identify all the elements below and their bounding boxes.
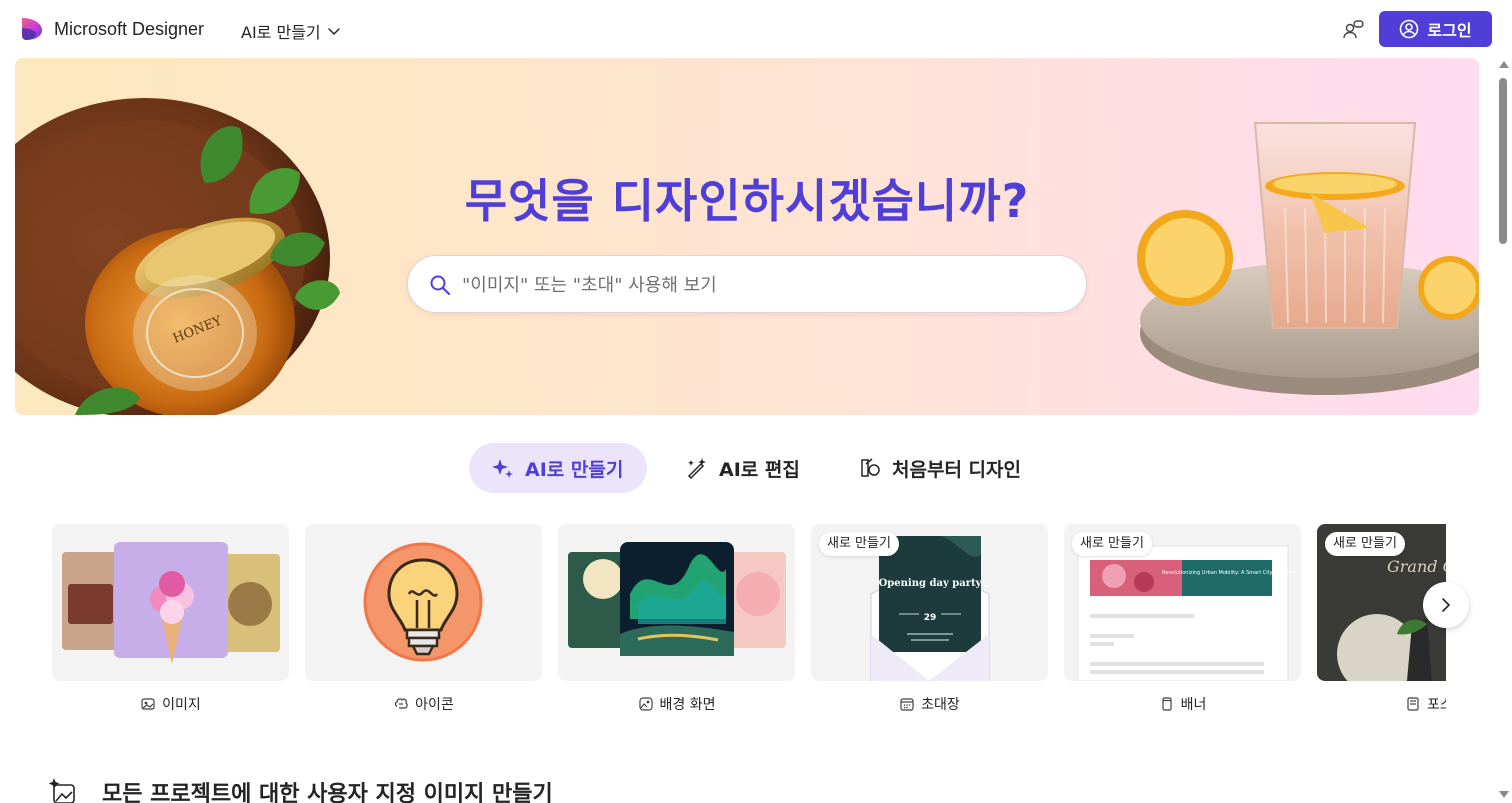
login-label: 로그인 [1427,21,1472,40]
section-title: 모든 프로젝트에 대한 사용자 지정 이미지 만들기 [102,782,553,803]
new-badge: 새로 만들기 [1325,532,1405,556]
tab-label: AI로 편집 [719,458,800,481]
invitation-title: Opening day party [879,578,983,589]
sparkle-icon [492,459,513,478]
mode-menu-label: AI로 만들기 [241,23,321,42]
card-wallpaper[interactable]: 배경 화면 [558,524,795,724]
wallpaper-icon [638,697,653,711]
image-icon [141,698,155,710]
brush-icon [861,458,880,477]
honey-jar-illustration: HONEY [15,98,340,415]
chevron-right-icon [1442,598,1451,612]
icon-shape-icon [395,698,408,709]
aurora-wallpaper-illustration [568,542,786,656]
hero-banner: HONEY 무엇을 디자인하시겠습니까? "이미지" 또는 "초대" 사용해 보… [15,58,1479,415]
brand-name[interactable]: Microsoft Designer [54,19,204,40]
image-collage-illustration [62,542,280,664]
scroll-up-arrow-icon[interactable] [1499,61,1509,68]
top-bar: Microsoft Designer AI로 만들기 로그인 [0,0,1512,58]
carousel-next-button[interactable] [1423,582,1469,628]
designer-logo-icon[interactable] [20,16,44,42]
card-label-row: 이미지 [52,694,289,714]
hero-title: 무엇을 디자인하시겠습니까? [464,174,1030,228]
banner-icon [1162,697,1172,711]
search-input[interactable] [462,270,1062,300]
tab-edit-with-ai[interactable]: AI로 편집 [663,443,823,493]
card-label-row: 아이콘 [305,694,542,714]
card-label-row: 배경 화면 [558,694,795,714]
card-poster[interactable]: Grand Open 새로 만들기 포스터 [1317,524,1446,724]
tab-label: 처음부터 디자인 [892,458,1021,481]
new-badge: 새로 만들기 [819,532,899,556]
card-icon[interactable]: 아이콘 [305,524,542,724]
poster-icon [1407,697,1419,711]
tab-design-from-scratch[interactable]: 처음부터 디자인 [836,443,1046,493]
new-badge: 새로 만들기 [1072,532,1152,556]
page-scrollbar[interactable] [1496,58,1512,803]
search-box[interactable] [407,255,1087,313]
invitation-date: 29 [924,613,937,623]
scroll-thumb[interactable] [1499,78,1507,244]
card-thumbnail [52,524,289,681]
card-invitation[interactable]: Opening day party 29 새로 만들기 초대장 [811,524,1048,724]
people-share-icon[interactable] [1342,18,1366,42]
card-banner[interactable]: Revolutionizing Urban Mobility: A Smart … [1064,524,1301,724]
search-icon [430,275,450,295]
tab-create-with-ai[interactable]: AI로 만들기 [469,443,647,493]
card-label-row: 초대장 [811,694,1048,714]
magic-wand-icon [687,458,706,480]
calendar-icon [900,698,914,711]
image-sparkle-icon [48,778,75,803]
card-thumbnail [305,524,542,681]
card-label-row: 포스터 [1317,694,1446,714]
poster-headline: Grand Open [1387,557,1446,576]
card-label: 포스터 [1427,697,1446,713]
custom-images-section-header: 모든 프로젝트에 대한 사용자 지정 이미지 만들기 [48,776,553,803]
scroll-down-arrow-icon[interactable] [1499,791,1509,798]
lemonade-illustration [1137,122,1479,395]
card-label: 아이콘 [415,697,454,713]
chevron-down-icon [327,28,340,36]
card-label-row: 배너 [1064,694,1301,714]
create-options-carousel: 이미지 아이콘 배경 화면 Opening day party 29 새로 만들… [52,524,1446,724]
card-image[interactable]: 이미지 [52,524,289,724]
banner-headline: Revolutionizing Urban Mobility: A Smart … [1162,570,1296,576]
card-thumbnail [558,524,795,681]
login-button[interactable]: 로그인 [1379,11,1492,47]
card-label: 초대장 [921,697,960,713]
card-label: 이미지 [162,697,201,713]
lightbulb-illustration [363,542,483,662]
card-label: 배경 화면 [659,697,716,713]
tab-label: AI로 만들기 [525,458,624,481]
create-with-ai-menu[interactable]: AI로 만들기 [241,19,341,43]
account-icon [1400,19,1419,39]
card-label: 배너 [1180,697,1207,713]
